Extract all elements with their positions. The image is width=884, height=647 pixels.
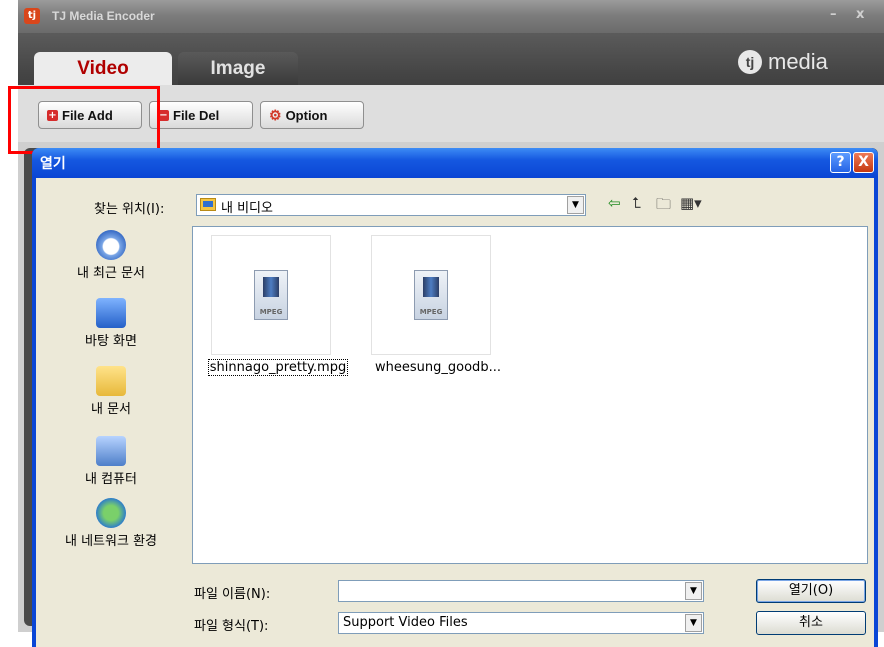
place-label: 내 컴퓨터 — [85, 472, 137, 487]
brand-mark-icon: tj — [738, 50, 762, 74]
file-name-label[interactable]: shinnago_pretty.mpg — [193, 359, 363, 376]
views-menu-icon[interactable]: ▦▾ — [680, 194, 702, 212]
option-button[interactable]: ⚙ Option — [260, 101, 364, 129]
cancel-button[interactable]: 취소 — [756, 611, 866, 635]
folder-icon — [200, 198, 216, 211]
brand-text: media — [768, 49, 828, 74]
close-button[interactable]: x — [856, 7, 864, 22]
film-strip-icon — [423, 277, 439, 297]
highlight-annotation — [8, 86, 160, 154]
app-title: TJ Media Encoder — [52, 9, 155, 23]
desktop-icon — [96, 298, 126, 328]
file-item[interactable]: MPEG shinnago_pretty.mpg — [193, 235, 363, 395]
place-my-computer[interactable]: 내 컴퓨터 — [36, 436, 186, 487]
file-type-label-text: 파일 형식(T): — [194, 619, 269, 634]
dialog-close-button[interactable]: X — [853, 152, 874, 173]
place-network[interactable]: 내 네트워크 환경 — [36, 498, 186, 549]
file-thumbnail[interactable]: MPEG — [211, 235, 331, 355]
mpeg-file-icon: MPEG — [254, 270, 288, 320]
tab-video[interactable]: Video — [34, 52, 172, 85]
file-item[interactable]: MPEG wheesung_goodb... — [353, 235, 523, 395]
place-recent-documents[interactable]: 내 최근 문서 — [36, 230, 186, 281]
film-strip-icon — [263, 277, 279, 297]
my-documents-icon — [96, 366, 126, 396]
file-type-badge: MPEG — [419, 308, 443, 316]
my-computer-icon — [96, 436, 126, 466]
option-label: Option — [285, 107, 328, 123]
place-label: 내 네트워크 환경 — [65, 534, 157, 549]
place-label: 바탕 화면 — [85, 334, 137, 349]
file-type-value: Support Video Files — [343, 615, 468, 630]
help-button[interactable]: ? — [830, 152, 851, 173]
network-places-icon — [96, 498, 126, 528]
dialog-titlebar[interactable]: 열기 ? X — [32, 148, 878, 178]
file-del-label: File Del — [173, 107, 220, 123]
file-del-button[interactable]: − File Del — [149, 101, 253, 129]
file-type-badge: MPEG — [259, 308, 283, 316]
app-titlebar[interactable]: tj TJ Media Encoder – x — [18, 0, 884, 33]
file-thumbnail[interactable]: MPEG — [371, 235, 491, 355]
new-folder-icon[interactable]: 🗀 — [656, 194, 671, 219]
open-button[interactable]: 열기(O) — [756, 579, 866, 603]
look-in-select[interactable]: 내 비디오 ▼ — [196, 194, 586, 216]
dialog-title: 열기 — [40, 156, 66, 172]
places-bar: 내 최근 문서 바탕 화면 내 문서 내 컴퓨터 내 네트워크 환경 — [36, 226, 186, 566]
file-list-view[interactable]: MPEG shinnago_pretty.mpg MPEG wheesung_g… — [192, 226, 868, 564]
chevron-down-icon[interactable]: ▼ — [567, 196, 584, 214]
file-name-input[interactable]: ▼ — [338, 580, 704, 602]
place-my-documents[interactable]: 내 문서 — [36, 366, 186, 417]
recent-documents-icon — [96, 230, 126, 260]
up-folder-icon[interactable]: ⮤ — [632, 194, 641, 212]
back-arrow-icon[interactable]: ⇦ — [608, 194, 621, 212]
place-label: 내 문서 — [90, 402, 131, 417]
file-type-select[interactable]: Support Video Files ▼ — [338, 612, 704, 634]
app-logo-icon: tj — [24, 8, 40, 24]
brand-logo: tj media — [738, 49, 828, 75]
open-dialog: 열기 ? X 찾는 위치(I): 내 비디오 ▼ ⇦ ⮤ 🗀 ▦▾ 내 최근 문… — [32, 148, 878, 647]
place-label: 내 최근 문서 — [76, 266, 146, 281]
look-in-label: 찾는 위치(I): — [94, 202, 165, 217]
chevron-down-icon[interactable]: ▼ — [685, 614, 702, 632]
tab-image[interactable]: Image — [178, 52, 298, 85]
minimize-button[interactable]: – — [830, 7, 837, 22]
chevron-down-icon[interactable]: ▼ — [685, 582, 702, 600]
app-header: Video Image tj media — [18, 33, 884, 93]
file-name-label[interactable]: wheesung_goodb... — [353, 360, 523, 375]
gear-icon: ⚙ — [269, 106, 282, 123]
dialog-body: 찾는 위치(I): 내 비디오 ▼ ⇦ ⮤ 🗀 ▦▾ 내 최근 문서 바탕 화면… — [36, 178, 874, 647]
look-in-value: 내 비디오 — [221, 201, 273, 216]
mpeg-file-icon: MPEG — [414, 270, 448, 320]
file-name-label-text: 파일 이름(N): — [194, 587, 271, 602]
place-desktop[interactable]: 바탕 화면 — [36, 298, 186, 349]
